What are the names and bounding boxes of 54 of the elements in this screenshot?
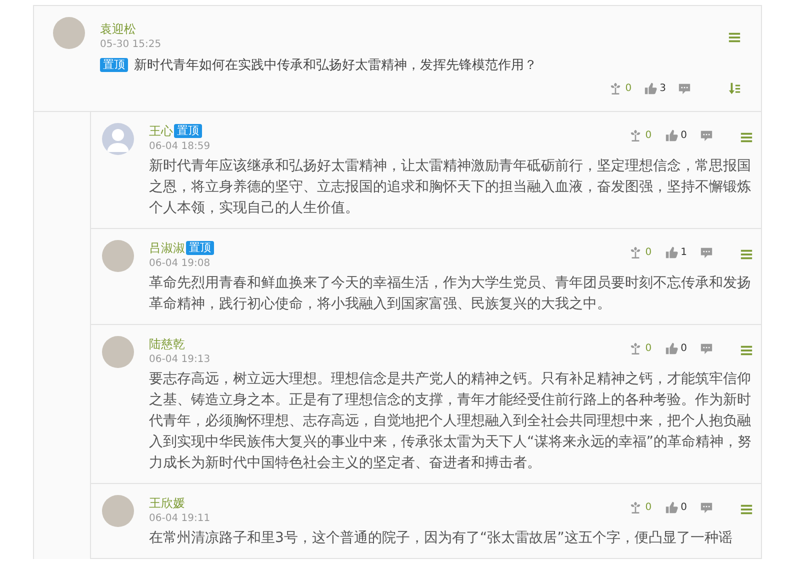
flower-count: 0 bbox=[645, 247, 652, 258]
post-time: 06-04 19:08 bbox=[149, 258, 212, 269]
avatar-photo-placeholder bbox=[102, 336, 134, 368]
author-name[interactable]: 吕淑淑 bbox=[149, 240, 185, 256]
comment-icon[interactable] bbox=[700, 246, 713, 259]
flower-count: 0 bbox=[645, 130, 652, 141]
pinned-tag: 置顶 bbox=[174, 124, 202, 138]
menu-icon[interactable] bbox=[740, 248, 753, 261]
flower-icon[interactable] bbox=[629, 129, 642, 142]
post-time: 05-30 15:25 bbox=[100, 39, 162, 50]
like-count: 0 bbox=[680, 502, 687, 513]
author-name[interactable]: 王欣媛 bbox=[149, 494, 185, 512]
menu-icon[interactable] bbox=[740, 131, 753, 144]
avatar-photo-placeholder bbox=[102, 495, 134, 527]
comment-icon[interactable] bbox=[700, 129, 713, 142]
comment-icon[interactable] bbox=[678, 82, 691, 95]
reply-text: 在常州清凉路子和里3号，这个普通的院子，因为有了“张太雷故居”这五个字，便凸显了一种谣 bbox=[149, 529, 734, 548]
thumbs-up-icon[interactable] bbox=[664, 501, 678, 514]
author-name[interactable]: 袁迎松 bbox=[100, 20, 136, 38]
menu-icon[interactable] bbox=[728, 31, 741, 44]
menu-icon[interactable] bbox=[740, 344, 753, 357]
comment-icon[interactable] bbox=[700, 501, 713, 514]
post-time: 06-04 19:13 bbox=[149, 354, 210, 365]
like-count: 3 bbox=[660, 83, 666, 94]
post-time: 06-04 18:59 bbox=[149, 141, 210, 152]
avatar-silhouette bbox=[102, 123, 134, 155]
like-count: 0 bbox=[680, 343, 687, 354]
menu-icon[interactable] bbox=[740, 503, 753, 516]
post-title: 新时代青年如何在实践中传承和弘扬好太雷精神，发挥先锋模范作用？ bbox=[134, 57, 537, 74]
thumbs-up-icon[interactable] bbox=[664, 129, 678, 142]
pinned-tag: 置顶 bbox=[100, 58, 128, 72]
comment-icon[interactable] bbox=[700, 342, 713, 355]
like-count: 0 bbox=[680, 130, 687, 141]
flower-count: 0 bbox=[645, 502, 652, 513]
like-count: 1 bbox=[680, 247, 687, 258]
post-time: 06-04 19:11 bbox=[149, 513, 210, 524]
reply-text: 新时代青年应该继承和弘扬好太雷精神，让太雷精神激励青年砥砺前行，坚定理想信念，常思报国之恩，将立身养德的坚守、立志报国的追求和胸怀天下的担当融入血液，奋发图强，坚持不懈锻炼个人本领，实现自己的人生价值。 bbox=[149, 157, 752, 218]
flower-icon[interactable] bbox=[629, 246, 642, 259]
thumbs-up-icon[interactable] bbox=[664, 342, 678, 355]
flower-icon[interactable] bbox=[629, 342, 642, 355]
author-name[interactable]: 陆慈乾 bbox=[149, 336, 185, 352]
flower-count: 0 bbox=[645, 343, 652, 354]
avatar-photo-placeholder bbox=[53, 17, 85, 49]
reply-text: 革命先烈用青春和鲜血换来了今天的幸福生活，作为大学生党员、青年团员要时刻不忘传承和发扬革命精神，践行初心使命，将小我融入到国家富强、民族复兴的大我之中。 bbox=[149, 274, 752, 314]
thumbs-up-icon[interactable] bbox=[644, 82, 657, 95]
author-name[interactable]: 王心 bbox=[149, 122, 173, 140]
flower-count: 0 bbox=[625, 83, 632, 94]
reply-text: 要志存高远，树立远大理想。理想信念是共产党人的精神之钙。只有补足精神之钙，才能筑牢信仰之基、铸造立身之本。正是有了理想信念的支撑，青年才能经受住前行路上的各种考验。作为新时代青年，必须胸怀理想、志存高远，自觉地把个人理想融入到全社会共同理想中来，把个人抱负融入到实现中华民族伟大复兴的事业中来，传承张太雷为天下人“谋将来永远的幸福”的革命精神，努力成长为新时代中国特色社会主义的坚定者、奋进者和搏击者。 bbox=[149, 370, 753, 473]
avatar-photo-placeholder bbox=[102, 240, 134, 272]
flower-icon[interactable] bbox=[629, 501, 642, 514]
thumbs-up-icon[interactable] bbox=[664, 246, 678, 259]
pinned-tag: 置顶 bbox=[186, 241, 214, 255]
sort-icon[interactable] bbox=[728, 82, 741, 95]
flower-icon[interactable] bbox=[609, 82, 622, 95]
